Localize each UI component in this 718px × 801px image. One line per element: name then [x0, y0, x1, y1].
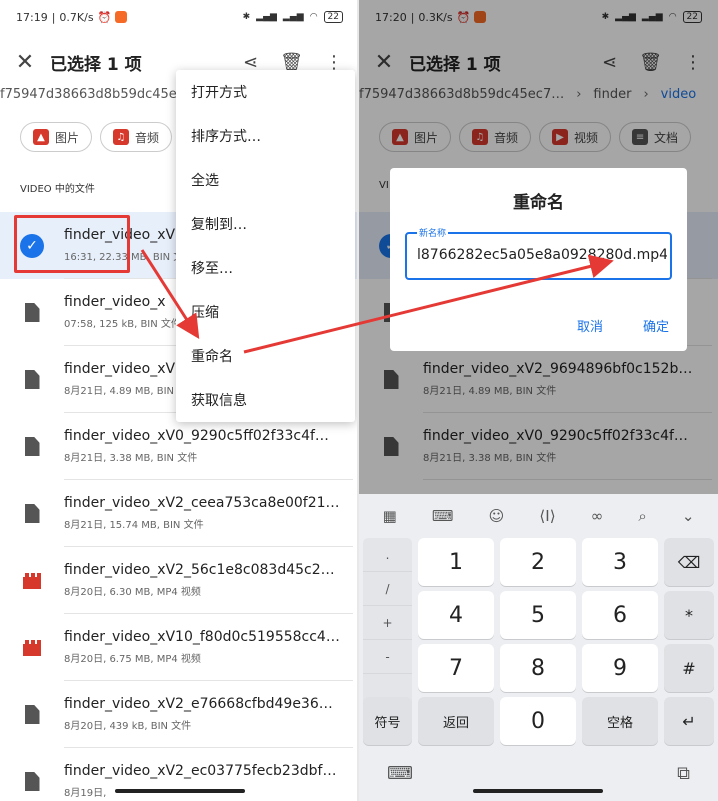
key-minus[interactable]: -	[363, 640, 412, 674]
menu-item-select-all[interactable]: 全选	[176, 158, 355, 202]
emoji-icon[interactable]: ☺	[489, 507, 505, 525]
file-meta: 8月20日, 6.30 MB, MP4 视频	[64, 587, 201, 598]
file-meta: 8月21日, 15.74 MB, BIN 文件	[64, 520, 204, 531]
list-item[interactable]: finder_video_xV10_f80d0c519558cc4… 8月20日,…	[0, 614, 359, 681]
context-menu: 打开方式 排序方式… 全选 复制到… 移至… 压缩 重命名 获取信息	[176, 70, 355, 422]
key-5[interactable]: 5	[500, 591, 576, 639]
file-name: finder_video_xV2_ceea753ca8e00f21…	[64, 495, 340, 511]
cancel-button[interactable]: 取消	[577, 316, 603, 335]
menu-item-move-to[interactable]: 移至…	[176, 246, 355, 290]
key-hash[interactable]: #	[664, 644, 714, 692]
chip-label: 图片	[55, 130, 80, 145]
file-meta: 8月21日, 3.38 MB, BIN 文件	[64, 453, 198, 464]
key-dot[interactable]: .	[363, 538, 412, 572]
menu-item-info[interactable]: 获取信息	[176, 378, 355, 422]
space-key[interactable]: 空格	[582, 697, 658, 745]
backspace-icon[interactable]: ⌫	[664, 538, 714, 586]
file-name: finder_video_xV2_56c1e8c083d45c2…	[64, 562, 335, 578]
file-icon	[24, 772, 40, 791]
new-name-field[interactable]: 新名称 l8766282ec5a05e8a0928280d.mp4	[405, 226, 672, 280]
file-meta: 8月20日, 439 kB, BIN 文件	[64, 721, 192, 732]
signal-icon: ▂▄▆	[256, 12, 277, 22]
close-icon[interactable]: ✕	[0, 50, 50, 75]
file-meta: 8月20日, 6.75 MB, MP4 视频	[64, 654, 201, 665]
file-name: finder_video_xV0_9290c5ff02f33c4f…	[64, 428, 329, 444]
list-item[interactable]: finder_video_xV2_ceea753ca8e00f21… 8月21日,…	[0, 480, 359, 547]
file-name: finder_video_xV2_ec03775fecb23dbf…	[64, 763, 337, 779]
enter-icon[interactable]: ↵	[664, 697, 714, 745]
video-icon	[23, 639, 41, 656]
chip-label: 音频	[135, 130, 160, 145]
chevron-down-icon[interactable]: ⌄	[682, 507, 695, 525]
key-8[interactable]: 8	[500, 644, 576, 692]
section-title: VIDEO 中的文件	[20, 184, 95, 195]
music-icon: ♫	[113, 129, 130, 145]
file-icon	[24, 437, 40, 456]
field-label: 新名称	[417, 226, 449, 239]
status-speed: 0.7K/s	[59, 10, 94, 24]
home-indicator[interactable]	[115, 789, 245, 793]
search-icon[interactable]: ⌕	[638, 507, 646, 525]
keyboard-switch-icon[interactable]: ⌨	[387, 763, 413, 784]
numeric-keyboard: ▦ ⌨ ☺ ⟨I⟩ ∞ ⌕ ⌄ . / + - 1 2 3 ⌫ 4 5 6 * …	[359, 494, 718, 801]
keyboard-toolbar: ▦ ⌨ ☺ ⟨I⟩ ∞ ⌕ ⌄	[359, 494, 718, 538]
key-asterisk[interactable]: *	[664, 591, 714, 639]
field-value[interactable]: l8766282ec5a05e8a0928280d.mp4	[417, 247, 667, 263]
image-icon: ▲	[33, 129, 49, 145]
cursor-icon[interactable]: ⟨I⟩	[539, 507, 555, 525]
key-3[interactable]: 3	[582, 538, 658, 586]
video-icon	[23, 572, 41, 589]
menu-item-copy-to[interactable]: 复制到…	[176, 202, 355, 246]
chip-audio[interactable]: ♫ 音频	[100, 122, 173, 152]
key-7[interactable]: 7	[418, 644, 494, 692]
link-icon[interactable]: ∞	[591, 507, 604, 525]
battery-icon: 22	[323, 11, 343, 23]
status-bar: 17:19 | 0.7K/s ⏰ ✱ ▂▄▆ ▂▄▆ ◠ 22	[0, 0, 359, 34]
check-icon[interactable]: ✓	[20, 233, 44, 258]
list-item[interactable]: finder_video_xV2_e76668cfbd49e36… 8月20日, …	[0, 681, 359, 748]
keyboard-layout-icon[interactable]: ⌨	[432, 507, 454, 525]
chip-images[interactable]: ▲ 图片	[20, 122, 93, 152]
breadcrumb-item[interactable]: f75947d38663d8b59dc45ec	[0, 87, 184, 102]
app-badge-icon	[115, 11, 128, 23]
file-icon	[24, 303, 40, 322]
key-1[interactable]: 1	[418, 538, 494, 586]
file-name: finder_video_xV2_e76668cfbd49e36…	[64, 696, 333, 712]
symbols-key[interactable]: 符号	[363, 697, 412, 745]
key-plus[interactable]: +	[363, 606, 412, 640]
file-icon	[24, 370, 40, 389]
right-screen: 17:20 | 0.3K/s ⏰ ✱ ▂▄▆ ▂▄▆ ◠ 22 ✕ 已选择 1 …	[359, 0, 718, 801]
key-9[interactable]: 9	[582, 644, 658, 692]
grid-icon[interactable]: ▦	[383, 507, 397, 525]
file-icon	[24, 705, 40, 724]
home-indicator[interactable]	[473, 789, 603, 793]
left-screen: 17:19 | 0.7K/s ⏰ ✱ ▂▄▆ ▂▄▆ ◠ 22 ✕ 已选择 1 …	[0, 0, 359, 801]
bluetooth-icon: ✱	[242, 12, 251, 22]
file-icon	[24, 504, 40, 523]
list-item[interactable]: finder_video_xV0_9290c5ff02f33c4f… 8月21日,…	[0, 413, 359, 480]
rename-dialog: 重命名 新名称 l8766282ec5a05e8a0928280d.mp4 取消…	[390, 168, 687, 351]
key-0[interactable]: 0	[500, 697, 576, 745]
key-2[interactable]: 2	[500, 538, 576, 586]
list-item[interactable]: finder_video_xV2_ec03775fecb23dbf… 8月19日,	[0, 748, 359, 801]
key-4[interactable]: 4	[418, 591, 494, 639]
file-name: finder_video_xV10_f80d0c519558cc4…	[64, 629, 340, 645]
menu-item-rename[interactable]: 重命名	[176, 334, 355, 378]
menu-item-open-with[interactable]: 打开方式	[176, 70, 355, 114]
wifi-icon: ◠	[309, 12, 318, 22]
list-item[interactable]: finder_video_xV2_56c1e8c083d45c2… 8月20日, …	[0, 547, 359, 614]
status-time: 17:19	[16, 10, 48, 24]
back-key[interactable]: 返回	[418, 697, 494, 745]
menu-item-compress[interactable]: 压缩	[176, 290, 355, 334]
key-slash[interactable]: /	[363, 572, 412, 606]
ok-button[interactable]: 确定	[643, 316, 669, 335]
menu-item-sort[interactable]: 排序方式…	[176, 114, 355, 158]
signal-icon-2: ▂▄▆	[282, 12, 304, 22]
alarm-icon: ⏰	[97, 10, 112, 24]
clipboard-icon[interactable]: ⧉	[677, 763, 690, 784]
key-6[interactable]: 6	[582, 591, 658, 639]
dialog-title: 重命名	[513, 193, 564, 213]
